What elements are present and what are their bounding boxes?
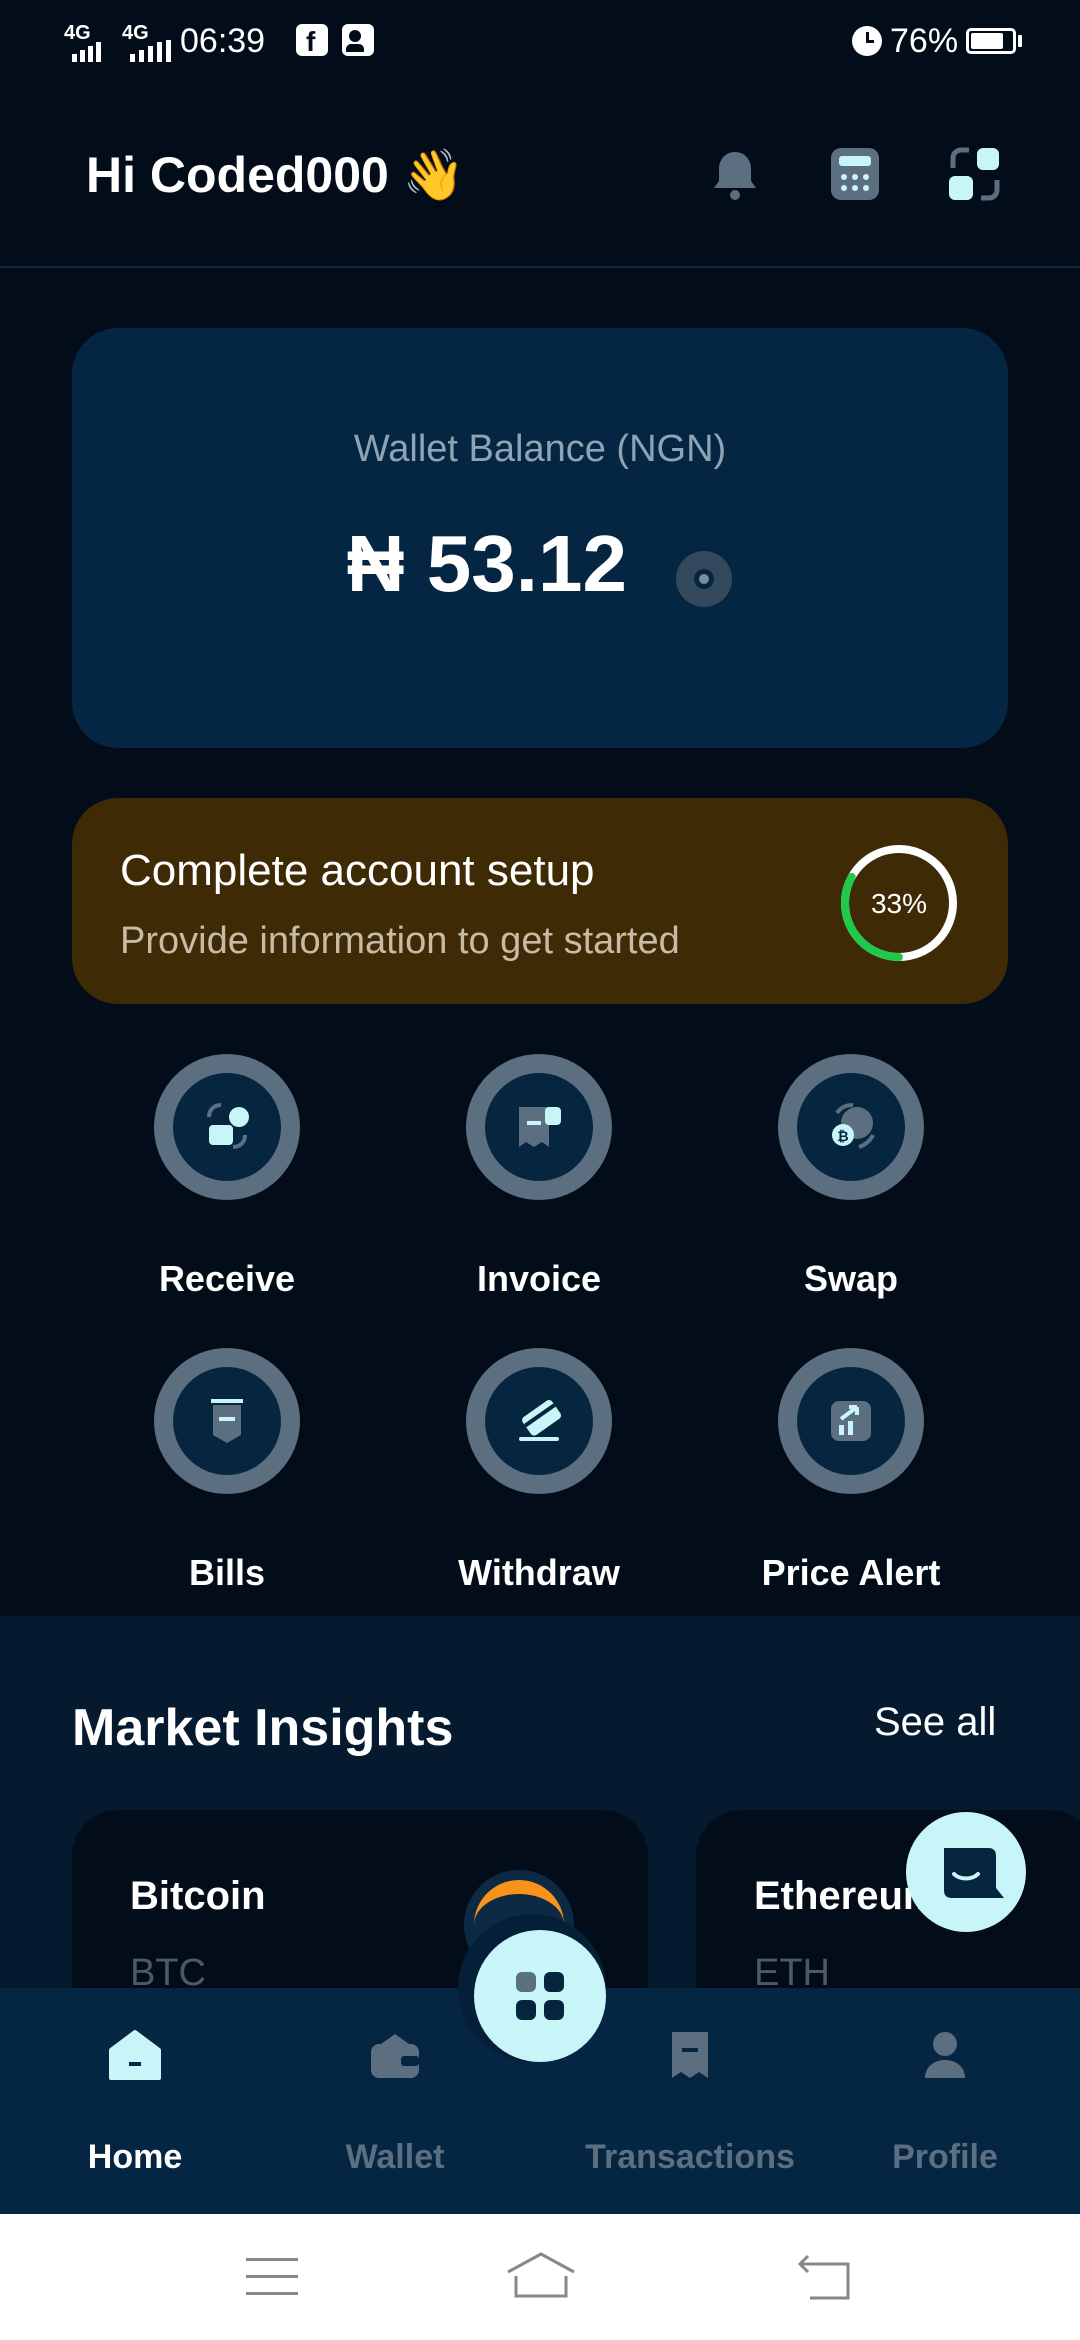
receive-icon <box>207 1103 249 1149</box>
swap-button[interactable]: ₿ <box>778 1054 924 1200</box>
app-header: Hi Coded000 👋 <box>0 86 1080 268</box>
svg-text:₿: ₿ <box>837 1129 848 1145</box>
nav-transactions-label: Transactions <box>585 2138 795 2176</box>
wallet-balance-card: Wallet Balance (NGN) ₦ 53.12 <box>72 328 1008 748</box>
greeting: Hi Coded000 👋 <box>86 147 466 203</box>
menu-icon[interactable] <box>244 2254 300 2300</box>
swap-cards-icon[interactable] <box>945 144 1005 204</box>
nav-home-label: Home <box>87 2138 183 2176</box>
wallet-icon <box>371 2034 419 2078</box>
account-setup-card[interactable]: Complete account setup Provide informati… <box>72 798 1008 1004</box>
support-chat-button[interactable] <box>906 1812 1026 1932</box>
wallet-amount-value: ₦ 53.12 <box>346 519 627 608</box>
grid-menu-icon <box>516 1972 564 2020</box>
price-alert-icon <box>831 1401 871 1441</box>
alarm-icon <box>852 26 882 56</box>
battery-percent: 76% <box>890 22 959 60</box>
bills-button[interactable] <box>154 1348 300 1494</box>
back-icon[interactable] <box>796 2252 852 2302</box>
status-bar: 4G 4G 06:39 f 76% <box>0 0 1080 86</box>
swap-icon: ₿ <box>832 1103 875 1149</box>
withdraw-button[interactable] <box>466 1348 612 1494</box>
market-insights-title: Market Insights <box>72 1699 454 1757</box>
setup-subtitle: Provide information to get started <box>120 920 680 962</box>
wallet-balance-label: Wallet Balance (NGN) <box>353 428 727 470</box>
chat-icon <box>944 1848 1004 1898</box>
bills-label: Bills <box>188 1552 266 1593</box>
transactions-icon <box>672 2032 708 2078</box>
setup-title: Complete account setup <box>120 846 595 895</box>
calculator-icon[interactable] <box>825 144 885 204</box>
wallet-balance-amount: ₦ 53.12 <box>72 518 1008 610</box>
receive-button[interactable] <box>154 1054 300 1200</box>
withdraw-icon <box>519 1400 562 1441</box>
setup-progress-text: 33% <box>870 888 928 919</box>
nav-profile-label: Profile <box>892 2138 998 2176</box>
notification-bell-icon[interactable] <box>705 144 765 204</box>
price-alert-label: Price Alert <box>761 1552 941 1593</box>
eye-icon[interactable] <box>675 535 733 607</box>
system-navigation-bar <box>0 2214 1080 2340</box>
home-nav-icon[interactable] <box>504 2250 578 2302</box>
bills-icon <box>211 1399 243 1443</box>
clock: 06:39 <box>180 22 266 60</box>
signal-icon-2 <box>130 40 171 62</box>
invoice-icon <box>519 1107 561 1147</box>
invoice-button[interactable] <box>466 1054 612 1200</box>
receive-label: Receive <box>158 1258 296 1299</box>
see-all-link[interactable]: See all <box>874 1700 996 1745</box>
price-alert-button[interactable] <box>778 1348 924 1494</box>
coin-name: Bitcoin <box>130 1874 266 1918</box>
home-icon <box>109 2030 161 2080</box>
menu-fab-button[interactable] <box>474 1930 606 2062</box>
facebook-icon: f <box>296 24 328 57</box>
profile-icon <box>925 2032 965 2078</box>
swap-label: Swap <box>803 1258 899 1299</box>
withdraw-label: Withdraw <box>458 1552 620 1593</box>
nav-wallet-label: Wallet <box>345 2138 445 2176</box>
battery-icon <box>966 28 1016 54</box>
contact-card-icon <box>342 24 374 56</box>
signal-icon <box>72 42 101 62</box>
invoice-label: Invoice <box>476 1258 602 1299</box>
